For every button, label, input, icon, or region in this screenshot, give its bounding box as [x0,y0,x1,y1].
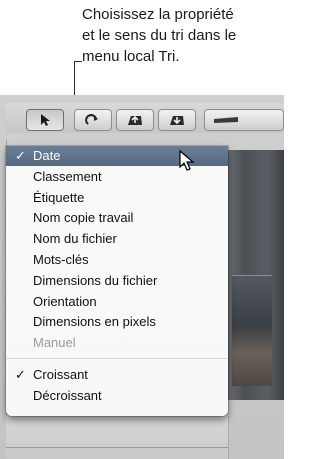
menu-item-label: Décroissant [33,388,102,403]
footer-divider [6,447,228,448]
menu-item-nom-du-fichier[interactable]: Nom du fichier [6,229,228,249]
menu-item-label: Étiquette [33,190,85,205]
menu-item-label: Date [33,148,61,163]
stamp-icon [170,116,184,125]
rotate-icon [85,114,98,125]
menu-item-label: Classement [33,169,102,184]
menu-item-manuel: Manuel [6,333,228,353]
menu-item-mots-cles[interactable]: Mots-clés [6,250,228,270]
menu-item-orientation[interactable]: Orientation [6,292,228,312]
checkmark-icon: ✓ [15,148,26,163]
callout-leader-tick [74,61,82,62]
photo-thumbnail[interactable] [232,275,272,386]
straighten-tool-button[interactable] [204,109,284,131]
menu-item-decroissant[interactable]: Décroissant [6,386,228,406]
straighten-icon [214,117,238,123]
callout-text: Choisissez la propriété et le sens du tr… [82,4,282,67]
browser-footer [6,415,229,459]
menu-item-label: Croissant [33,367,88,382]
lift-tool-button[interactable] [116,109,154,131]
stamp-tool-button[interactable] [158,109,196,131]
menu-item-label: Dimensions du fichier [33,273,158,288]
callout-line: menu local Tri. [82,48,180,65]
callout-line: et le sens du tri dans le [82,27,237,44]
select-tool-button[interactable] [26,109,64,131]
menu-item-label: Dimensions en pixels [33,314,156,329]
menu-item-dimensions-du-fichier[interactable]: Dimensions du fichier [6,271,228,291]
menu-separator [6,358,228,359]
menu-item-label: Mots-clés [33,252,89,267]
menu-item-nom-copie-travail[interactable]: Nom copie travail [6,208,228,228]
callout-line: Choisissez la propriété [82,6,234,23]
lift-icon [128,115,142,125]
rotate-tool-button[interactable] [74,109,112,131]
menu-item-label: Manuel [33,335,76,350]
arrow-pointer-icon [41,114,50,126]
mouse-cursor-icon [179,150,195,171]
menu-item-dimensions-en-pixels[interactable]: Dimensions en pixels [6,312,228,332]
checkmark-icon: ✓ [15,367,26,382]
menu-item-label: Nom du fichier [33,231,117,246]
menu-item-label: Orientation [33,294,97,309]
menu-item-etiquette[interactable]: Étiquette [6,188,228,208]
menu-item-label: Nom copie travail [33,210,134,225]
sort-popup-menu: ✓ Date Classement Étiquette Nom copie tr… [6,146,228,416]
menu-item-croissant[interactable]: ✓ Croissant [6,365,228,385]
